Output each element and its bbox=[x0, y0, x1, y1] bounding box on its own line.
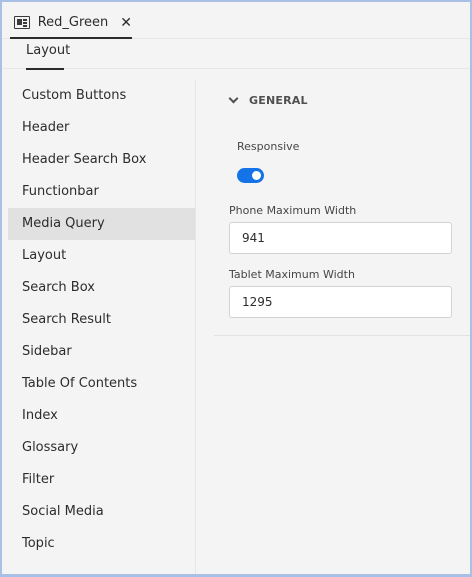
sidebar-item-media-query[interactable]: Media Query bbox=[8, 208, 195, 240]
document-tab-label: Red_Green bbox=[37, 15, 109, 30]
sidebar-item-glossary[interactable]: Glossary bbox=[8, 432, 195, 464]
panel-window: Red_Green ✕ Layout Custom Buttons Header… bbox=[2, 2, 470, 574]
chevron-down-icon bbox=[228, 93, 239, 103]
sidebar-item-filter[interactable]: Filter bbox=[8, 464, 195, 496]
document-tab-strip: Red_Green ✕ bbox=[2, 2, 470, 39]
responsive-toggle[interactable] bbox=[237, 168, 264, 183]
sub-tab-bar: Layout bbox=[2, 39, 470, 70]
sidebar-item-table-of-contents[interactable]: Table Of Contents bbox=[8, 368, 195, 400]
phone-max-width-field[interactable]: 941 bbox=[229, 222, 452, 254]
close-icon[interactable]: ✕ bbox=[120, 16, 132, 30]
document-panel-icon bbox=[14, 16, 30, 29]
sidebar-item-search-box[interactable]: Search Box bbox=[8, 272, 195, 304]
tablet-max-width-label: Tablet Maximum Width bbox=[229, 268, 355, 281]
sidebar-item-header-search-box[interactable]: Header Search Box bbox=[8, 144, 195, 176]
phone-max-width-label: Phone Maximum Width bbox=[229, 204, 357, 217]
media-query-panel: GENERAL Responsive Phone Maximum Width 9… bbox=[214, 80, 470, 336]
sidebar: Custom Buttons Header Header Search Box … bbox=[8, 80, 196, 574]
general-section-header[interactable]: GENERAL bbox=[228, 90, 308, 110]
sidebar-item-topic[interactable]: Topic bbox=[8, 528, 195, 560]
sidebar-item-layout[interactable]: Layout bbox=[8, 240, 195, 272]
sidebar-item-header[interactable]: Header bbox=[8, 112, 195, 144]
sidebar-item-sidebar[interactable]: Sidebar bbox=[8, 336, 195, 368]
sidebar-item-index[interactable]: Index bbox=[8, 400, 195, 432]
responsive-label: Responsive bbox=[237, 140, 300, 153]
document-tab[interactable]: Red_Green ✕ bbox=[10, 8, 132, 39]
sidebar-item-functionbar[interactable]: Functionbar bbox=[8, 176, 195, 208]
sidebar-item-custom-buttons[interactable]: Custom Buttons bbox=[8, 80, 195, 112]
sidebar-item-social-media[interactable]: Social Media bbox=[8, 496, 195, 528]
section-title: GENERAL bbox=[249, 93, 308, 107]
sidebar-item-search-result[interactable]: Search Result bbox=[8, 304, 195, 336]
tab-layout[interactable]: Layout bbox=[26, 43, 70, 70]
tablet-max-width-field[interactable]: 1295 bbox=[229, 286, 452, 318]
